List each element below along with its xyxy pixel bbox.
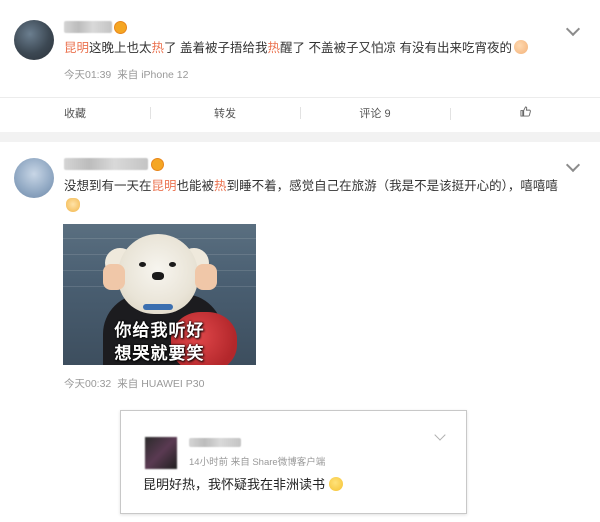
post-time[interactable]: 今天01:39 xyxy=(64,69,111,81)
feed-post: 昆明这晚上也太热了 盖着被子捂给我热醒了 不盖被子又怕凉 有没有出来吃宵夜的 今… xyxy=(0,0,600,140)
comment-text-content: 昆明好热，我怀疑我在非洲读书 xyxy=(143,477,326,492)
user-avatar[interactable] xyxy=(14,20,54,60)
cat-face-emoji-icon xyxy=(66,198,80,212)
repost-label: 转发 xyxy=(214,108,236,120)
text-segment: 这晚上也太 xyxy=(89,41,152,55)
laughing-face-emoji-icon xyxy=(514,40,528,54)
thumbs-up-icon xyxy=(519,106,531,117)
comment-text: 昆明好热，我怀疑我在非洲读书 xyxy=(143,475,344,495)
post-device: 来自 HUAWEI P30 xyxy=(117,378,205,390)
commenter-avatar[interactable] xyxy=(145,437,177,469)
favorite-label: 收藏 xyxy=(64,108,86,120)
feed-post: 没想到有一天在昆明也能被热到睡不着，感觉自己在旅游（我是不是该挺开心的），嘻嘻嘻… xyxy=(0,146,600,398)
text-segment: 没想到有一天在 xyxy=(64,179,152,193)
vip-badge-icon xyxy=(151,158,164,171)
keyword-highlight: 热 xyxy=(214,179,227,193)
text-segment: 醒了 不盖被子又怕凉 有没有出来吃宵夜的 xyxy=(280,41,512,55)
chevron-down-icon[interactable] xyxy=(565,21,581,37)
comment-card: 14小时前 来自 Share微博客户端 昆明好热，我怀疑我在非洲读书 xyxy=(120,410,467,514)
chevron-down-icon[interactable] xyxy=(434,429,446,441)
meme-image[interactable]: 你给我听好 想哭就要笑 xyxy=(63,224,256,365)
commenter-name-blurred[interactable] xyxy=(189,438,241,447)
comment-button[interactable]: 评论 9 xyxy=(300,105,450,121)
comment-label: 评论 9 xyxy=(359,108,391,120)
vip-badge-icon xyxy=(114,21,127,34)
post-meta: 今天01:39 来自 iPhone 12 xyxy=(64,67,189,82)
post-action-bar: 收藏 转发 评论 9 xyxy=(0,97,600,128)
post-meta: 今天00:32 来自 HUAWEI P30 xyxy=(64,376,204,391)
text-segment: 到睡不着，感觉自己在旅游（我是不是该挺开心的），嘻嘻嘻 xyxy=(226,179,558,193)
meme-caption-line1: 你给我听好 xyxy=(114,321,205,340)
username-blurred[interactable] xyxy=(64,21,112,33)
repost-button[interactable]: 转发 xyxy=(150,105,300,121)
text-segment: 也能被 xyxy=(176,179,215,193)
meme-caption-line2: 想哭就要笑 xyxy=(114,344,205,363)
topic-highlight[interactable]: 昆明 xyxy=(64,41,89,55)
topic-highlight[interactable]: 昆明 xyxy=(152,179,177,193)
text-segment: 了 盖着被子捂给我 xyxy=(164,41,268,55)
user-avatar[interactable] xyxy=(14,158,54,198)
post-text: 没想到有一天在昆明也能被热到睡不着，感觉自己在旅游（我是不是该挺开心的），嘻嘻嘻 xyxy=(64,176,574,216)
post-text: 昆明这晚上也太热了 盖着被子捂给我热醒了 不盖被子又怕凉 有没有出来吃宵夜的 xyxy=(64,38,584,58)
post-separator xyxy=(0,132,600,142)
favorite-button[interactable]: 收藏 xyxy=(0,105,150,121)
chevron-down-icon[interactable] xyxy=(565,157,581,173)
like-button[interactable] xyxy=(450,106,600,120)
keyword-highlight: 热 xyxy=(151,41,165,55)
username-blurred[interactable] xyxy=(64,158,148,170)
post-device: 来自 iPhone 12 xyxy=(117,69,189,81)
keyword-highlight: 热 xyxy=(267,41,281,55)
comment-meta: 14小时前 来自 Share微博客户端 xyxy=(189,457,326,468)
smile-emoji-icon xyxy=(329,477,344,491)
post-time[interactable]: 今天00:32 xyxy=(64,378,111,390)
